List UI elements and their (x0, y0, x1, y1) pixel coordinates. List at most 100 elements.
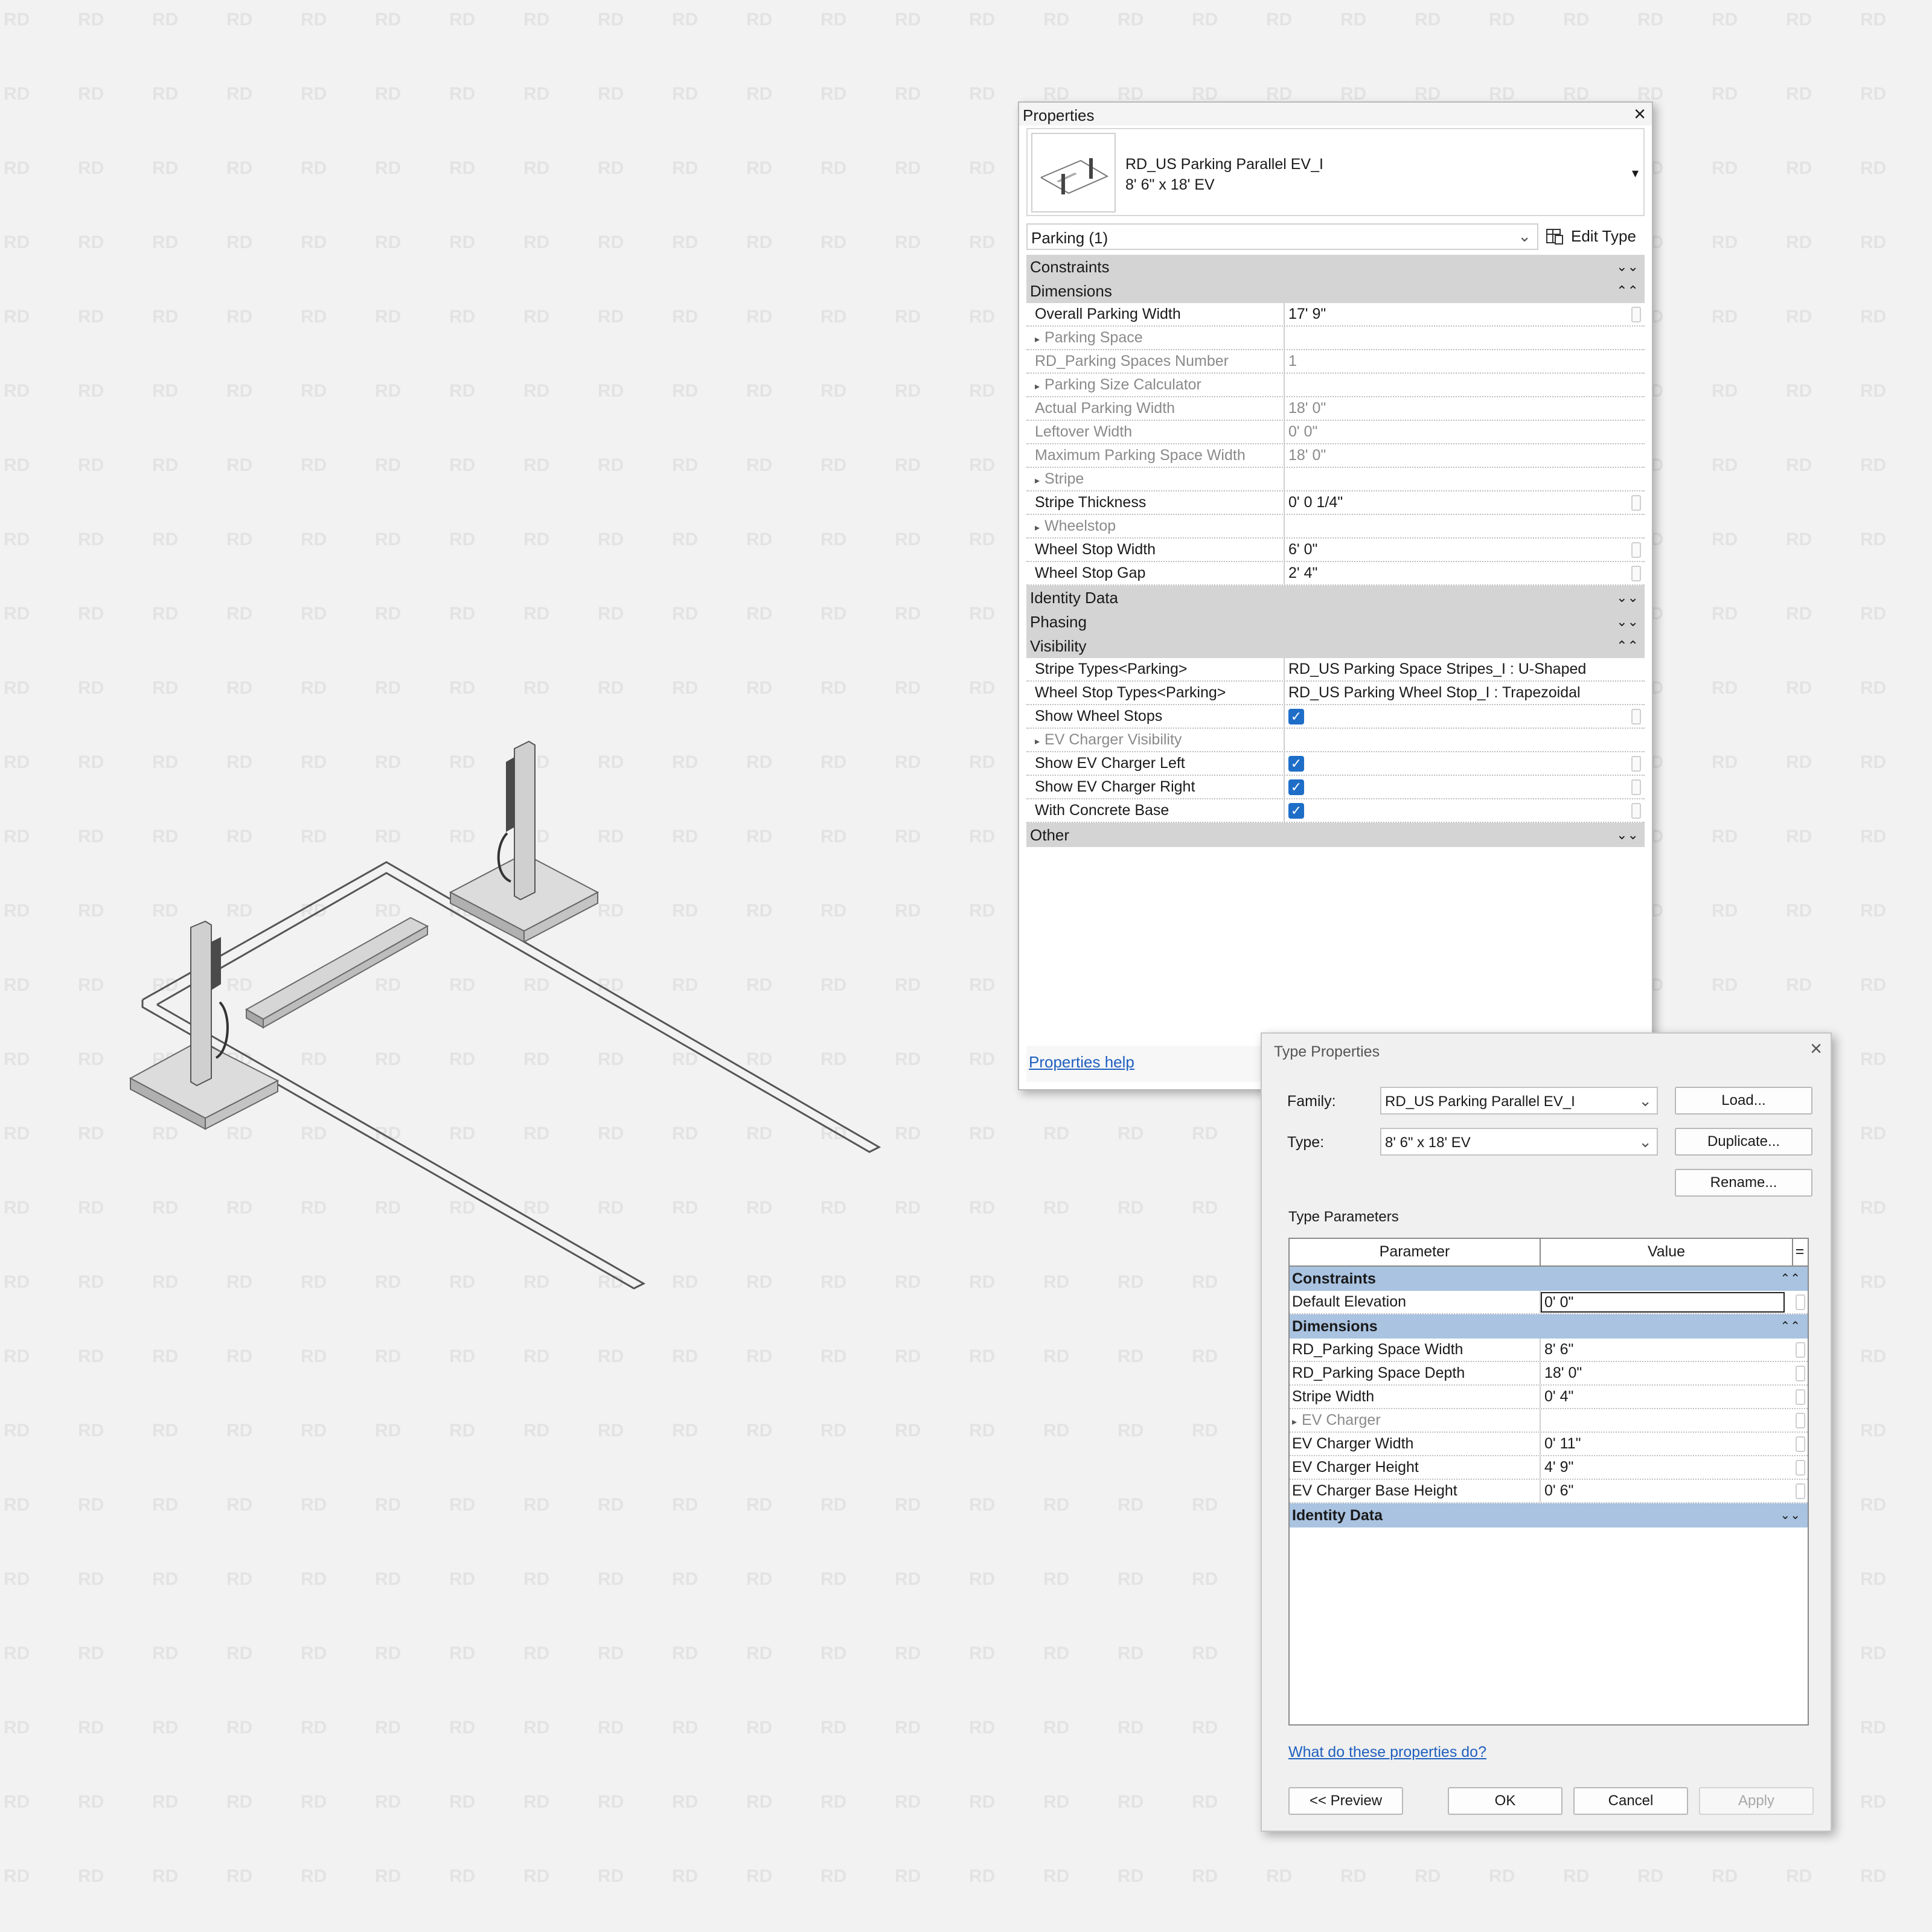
expand-triangle-icon[interactable]: ▸ (1035, 476, 1040, 486)
param-value[interactable]: 6' 0" (1288, 539, 1627, 561)
instance-filter-dropdown[interactable]: Parking (1) ⌄ (1026, 223, 1538, 250)
expand-triangle-icon[interactable]: ▸ (1035, 334, 1040, 345)
associate-parameter-button[interactable] (1631, 709, 1641, 724)
group-dimensions[interactable]: Dimensions ⌃⌃ (1290, 1314, 1808, 1339)
associate-parameter-button[interactable] (1796, 1366, 1805, 1381)
param-value[interactable]: RD_US Parking Space Stripes_I : U-Shaped (1288, 658, 1627, 680)
group-identity-data[interactable]: Identity Data ⌄⌄ (1026, 586, 1645, 610)
param-subgroup[interactable]: ▸ EV Charger Visibility (1026, 729, 1645, 752)
param-value[interactable]: 4' 9" (1544, 1456, 1573, 1479)
param-value[interactable]: 0' 4" (1544, 1386, 1573, 1408)
family-dropdown[interactable]: RD_US Parking Parallel EV_I ⌄ (1380, 1087, 1658, 1115)
param-row[interactable]: Wheel Stop Gap 2' 4" (1026, 562, 1645, 586)
group-visibility[interactable]: Visibility ⌃⌃ (1026, 634, 1645, 658)
collapse-icon[interactable]: ⌃⌃ (1616, 634, 1639, 658)
group-constraints[interactable]: Constraints ⌄⌄ (1026, 255, 1645, 279)
rename-button[interactable]: Rename... (1675, 1169, 1812, 1197)
properties-help-link[interactable]: What do these properties do? (1288, 1744, 1486, 1761)
associate-parameter-button[interactable] (1796, 1460, 1805, 1476)
checkbox-show-ev-charger-left[interactable]: ✓ (1288, 756, 1304, 772)
param-subgroup[interactable]: ▸ Wheelstop (1026, 515, 1645, 539)
expand-icon[interactable]: ⌄⌄ (1616, 586, 1639, 610)
param-value[interactable]: 2' 4" (1288, 562, 1627, 584)
associate-parameter-button[interactable] (1631, 566, 1641, 581)
param-row[interactable]: Show EV Charger Left ✓ (1026, 752, 1645, 776)
collapse-icon[interactable]: ⌃⌃ (1780, 1267, 1800, 1291)
param-subgroup[interactable]: ▸ EV Charger (1290, 1409, 1808, 1433)
group-identity-data[interactable]: Identity Data ⌄⌄ (1290, 1503, 1808, 1527)
collapse-icon[interactable]: ⌃⌃ (1616, 279, 1639, 303)
duplicate-button[interactable]: Duplicate... (1675, 1128, 1812, 1156)
param-subgroup[interactable]: ▸ Parking Space (1026, 327, 1645, 350)
associate-parameter-button[interactable] (1631, 756, 1641, 772)
group-phasing[interactable]: Phasing ⌄⌄ (1026, 610, 1645, 634)
param-row[interactable]: EV Charger Width 0' 11" (1290, 1433, 1808, 1456)
param-row[interactable]: With Concrete Base ✓ (1026, 799, 1645, 823)
properties-help-link[interactable]: Properties help (1029, 1053, 1134, 1072)
param-value[interactable]: 18' 0" (1544, 1362, 1582, 1384)
expand-triangle-icon[interactable]: ▸ (1035, 523, 1040, 533)
param-subgroup[interactable]: ▸ Parking Size Calculator (1026, 374, 1645, 397)
param-value[interactable]: 0' 11" (1544, 1433, 1581, 1455)
value-column-header[interactable]: Value (1541, 1239, 1793, 1265)
param-value[interactable]: 17' 9" (1288, 303, 1627, 325)
apply-button[interactable]: Apply (1699, 1787, 1814, 1815)
expand-triangle-icon[interactable]: ▸ (1292, 1417, 1297, 1427)
group-dimensions[interactable]: Dimensions ⌃⌃ (1026, 279, 1645, 303)
param-row[interactable]: EV Charger Base Height 0' 6" (1290, 1480, 1808, 1503)
param-row[interactable]: EV Charger Height 4' 9" (1290, 1456, 1808, 1480)
load-button[interactable]: Load... (1675, 1087, 1812, 1115)
expand-icon[interactable]: ⌄⌄ (1616, 610, 1639, 634)
default-elevation-input[interactable]: 0' 0" (1541, 1292, 1785, 1313)
param-row[interactable]: RD_Parking Space Depth 18' 0" (1290, 1362, 1808, 1386)
param-row[interactable]: Show Wheel Stops ✓ (1026, 705, 1645, 729)
associate-parameter-button[interactable] (1796, 1483, 1805, 1499)
parameter-column-header[interactable]: Parameter (1290, 1239, 1541, 1265)
associate-parameter-button[interactable] (1631, 779, 1641, 795)
group-constraints[interactable]: Constraints ⌃⌃ (1290, 1267, 1808, 1291)
associate-parameter-button[interactable] (1631, 803, 1641, 819)
associate-parameter-button[interactable] (1796, 1342, 1805, 1358)
associate-parameter-button[interactable] (1796, 1413, 1805, 1428)
dropdown-arrow-icon[interactable]: ▾ (1632, 165, 1639, 181)
collapse-icon[interactable]: ⌃⌃ (1780, 1314, 1800, 1339)
associate-parameter-button[interactable] (1796, 1436, 1805, 1452)
group-other[interactable]: Other ⌄⌄ (1026, 823, 1645, 847)
associate-parameter-button[interactable] (1631, 307, 1641, 322)
ok-button[interactable]: OK (1448, 1787, 1563, 1815)
param-row[interactable]: Show EV Charger Right ✓ (1026, 776, 1645, 799)
associate-parameter-button[interactable] (1631, 542, 1641, 558)
associate-parameter-button[interactable] (1796, 1389, 1805, 1405)
param-row[interactable]: Stripe Width 0' 4" (1290, 1386, 1808, 1409)
checkbox-show-ev-charger-right[interactable]: ✓ (1288, 779, 1304, 795)
properties-titlebar[interactable]: Properties × (1019, 103, 1652, 126)
param-value[interactable]: 0' 6" (1544, 1480, 1573, 1502)
param-subgroup[interactable]: ▸ Stripe (1026, 468, 1645, 491)
checkbox-show-wheel-stops[interactable]: ✓ (1288, 709, 1304, 724)
param-value[interactable]: 8' 6" (1544, 1339, 1573, 1361)
associate-parameter-button[interactable] (1631, 495, 1641, 511)
expand-icon[interactable]: ⌄⌄ (1616, 823, 1639, 847)
edit-type-button[interactable]: Edit Type (1542, 222, 1645, 250)
expand-triangle-icon[interactable]: ▸ (1035, 737, 1040, 747)
type-selector[interactable]: RD_US Parking Parallel EV_I 8' 6" x 18' … (1026, 128, 1645, 216)
param-row[interactable]: RD_Parking Space Width 8' 6" (1290, 1339, 1808, 1362)
formula-column-header[interactable]: = (1792, 1239, 1808, 1264)
close-icon[interactable]: × (1810, 1037, 1822, 1061)
expand-icon[interactable]: ⌄⌄ (1780, 1503, 1800, 1527)
cancel-button[interactable]: Cancel (1573, 1787, 1688, 1815)
param-value[interactable]: RD_US Parking Wheel Stop_I : Trapezoidal (1288, 682, 1627, 704)
associate-parameter-button[interactable] (1796, 1294, 1805, 1310)
param-row[interactable]: Wheel Stop Width 6' 0" (1026, 539, 1645, 562)
type-dropdown[interactable]: 8' 6" x 18' EV ⌄ (1380, 1128, 1658, 1156)
checkbox-with-concrete-base[interactable]: ✓ (1288, 803, 1304, 819)
param-value[interactable]: 0' 0 1/4" (1288, 491, 1627, 514)
close-icon[interactable]: × (1634, 103, 1646, 126)
param-row[interactable]: Default Elevation 0' 0" (1290, 1291, 1808, 1314)
param-row[interactable]: Stripe Thickness 0' 0 1/4" (1026, 491, 1645, 515)
param-row[interactable]: Overall Parking Width 17' 9" (1026, 303, 1645, 327)
param-row[interactable]: Wheel Stop Types<Parking> RD_US Parking W… (1026, 682, 1645, 705)
expand-icon[interactable]: ⌄⌄ (1616, 255, 1639, 279)
param-row[interactable]: Stripe Types<Parking> RD_US Parking Space… (1026, 658, 1645, 682)
expand-triangle-icon[interactable]: ▸ (1035, 382, 1040, 392)
